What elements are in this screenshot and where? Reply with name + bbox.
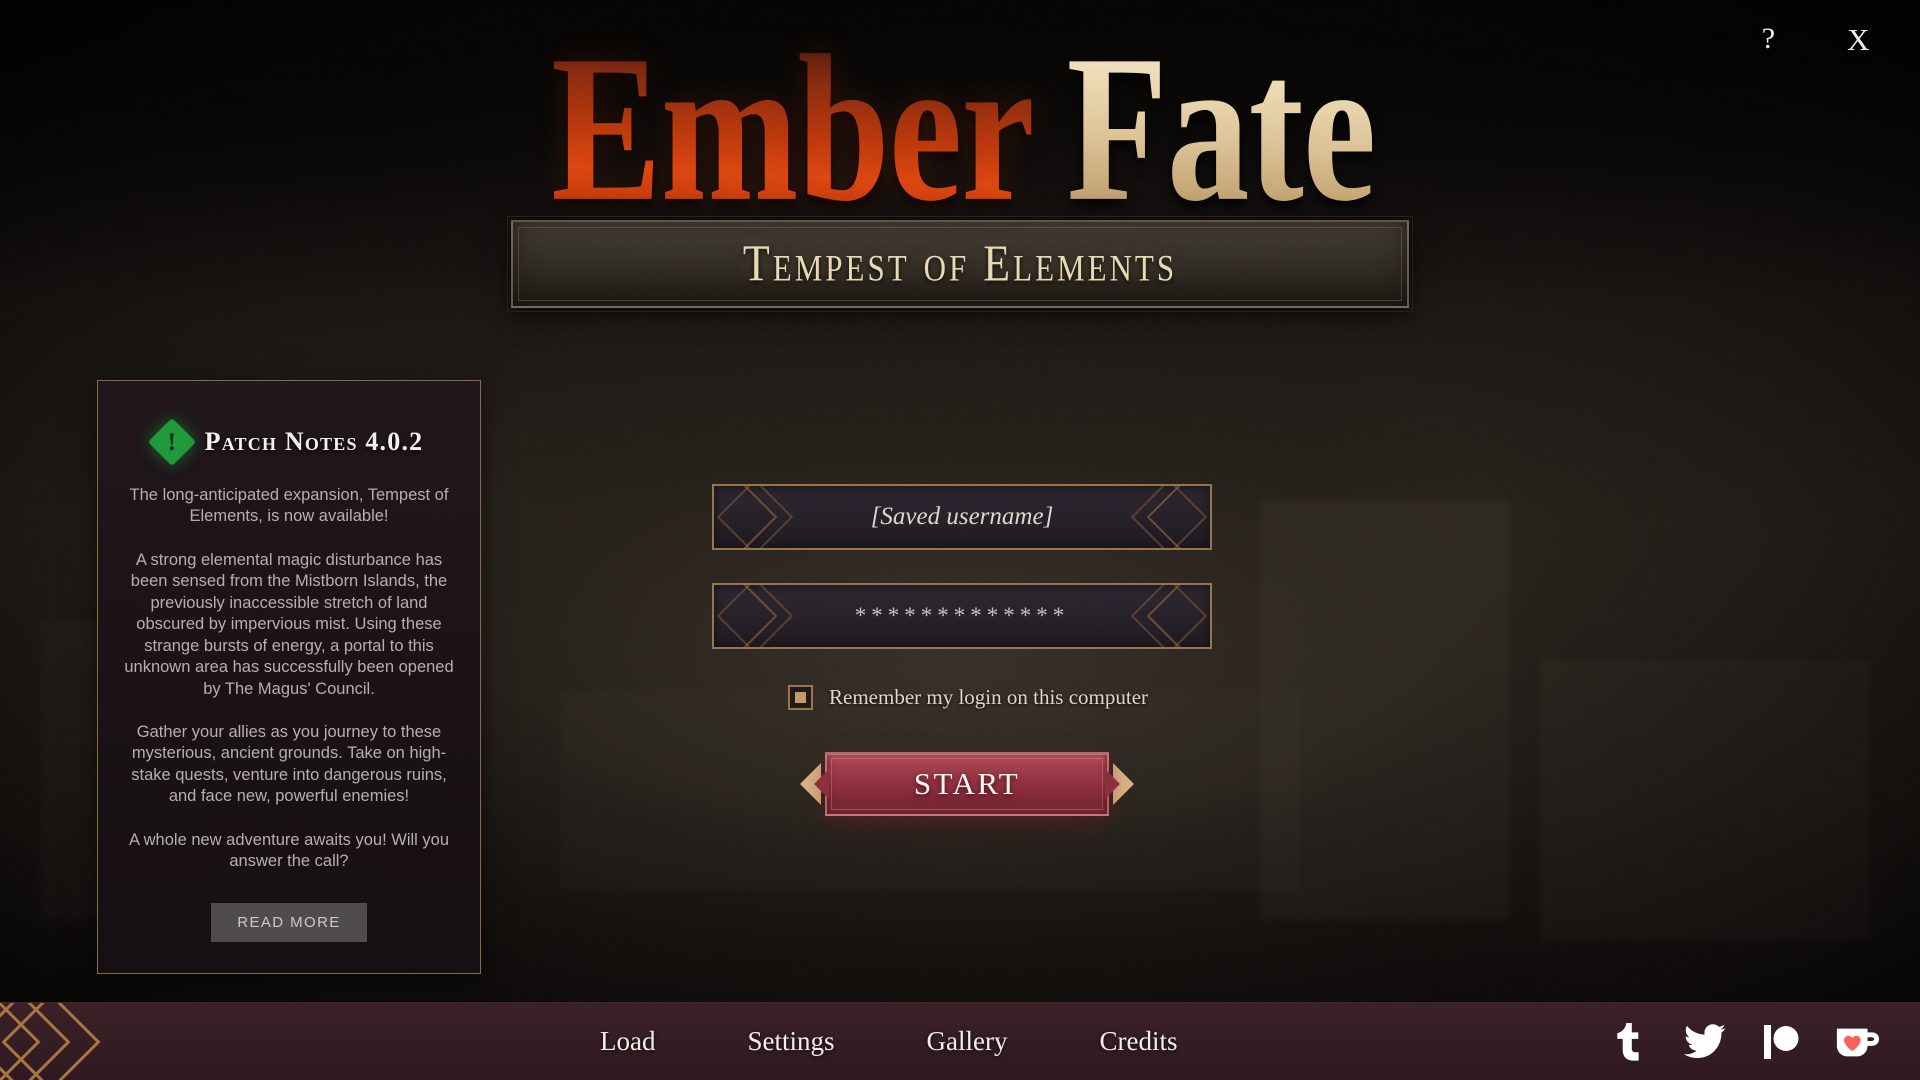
patch-notes-panel: ! Patch Notes 4.0.2 The long-anticipated…: [97, 380, 481, 974]
game-logo: Ember Fate Tempest of Elements: [0, 23, 1920, 312]
bottom-navigation-bar: Load Settings Gallery Credits: [0, 1002, 1920, 1080]
alert-diamond-icon: !: [147, 417, 196, 467]
password-input[interactable]: [714, 585, 1210, 647]
username-input[interactable]: [714, 486, 1210, 548]
chevron-left-inner-icon: [814, 769, 829, 799]
start-button-wrap: START: [800, 752, 1134, 816]
nav-item-settings[interactable]: Settings: [747, 1026, 834, 1057]
tumblr-icon[interactable]: [1606, 1019, 1652, 1065]
remember-login-label: Remember my login on this computer: [829, 685, 1149, 709]
login-form: Remember my login on this computer START: [712, 484, 1212, 816]
bar-ornament-left: [0, 1003, 130, 1080]
subtitle-banner: Tempest of Elements: [507, 215, 1413, 312]
title-word-ember: Ember: [551, 11, 1036, 245]
window-controls: ? X: [1752, 0, 1920, 78]
patch-notes-header: ! Patch Notes 4.0.2: [147, 417, 424, 467]
patch-paragraph: The long-anticipated expansion, Tempest …: [129, 486, 449, 526]
password-field[interactable]: [712, 583, 1212, 649]
read-more-button[interactable]: READ MORE: [211, 902, 367, 942]
nav-item-gallery[interactable]: Gallery: [927, 1026, 1008, 1057]
start-button-label: START: [913, 766, 1021, 801]
nav-item-credits[interactable]: Credits: [1099, 1026, 1177, 1057]
help-button[interactable]: ?: [1752, 18, 1785, 60]
remember-login-row[interactable]: Remember my login on this computer: [788, 685, 1148, 710]
patch-notes-title: Patch Notes 4.0.2: [204, 427, 424, 456]
nav-items: Load Settings Gallery Credits: [600, 1026, 1177, 1057]
username-field[interactable]: [712, 484, 1212, 550]
nav-item-load[interactable]: Load: [600, 1026, 655, 1057]
diamond-ornament-icon: [0, 1003, 41, 1080]
alert-icon-glyph: !: [167, 428, 176, 456]
start-button[interactable]: START: [814, 752, 1120, 816]
social-links: [1606, 1019, 1880, 1065]
diamond-ornament-icon: [1, 1003, 101, 1080]
kofi-icon[interactable]: [1834, 1019, 1880, 1065]
game-title: Ember Fate: [533, 23, 1386, 233]
background-ruin-rock: [1540, 660, 1870, 940]
game-launcher-window: ? X Ember Fate Tempest of Elements ! Patc…: [0, 0, 1920, 1080]
remember-login-checkbox[interactable]: [788, 685, 813, 710]
patch-paragraph: A strong elemental magic disturbance has…: [124, 550, 454, 698]
close-button[interactable]: X: [1837, 18, 1880, 61]
checkbox-mark-icon: [795, 692, 806, 703]
subtitle-text: Tempest of Elements: [742, 234, 1178, 293]
title-word-fate: Fate: [1066, 11, 1376, 245]
patreon-icon[interactable]: [1758, 1019, 1804, 1065]
twitter-icon[interactable]: [1682, 1019, 1728, 1065]
chevron-right-inner-icon: [1105, 769, 1120, 799]
diamond-ornament-icon: [0, 1003, 71, 1080]
patch-paragraph: A whole new adventure awaits you! Will y…: [128, 830, 450, 871]
patch-paragraph: Gather your allies as you journey to the…: [131, 722, 447, 806]
patch-notes-body: The long-anticipated expansion, Tempest …: [124, 485, 454, 895]
